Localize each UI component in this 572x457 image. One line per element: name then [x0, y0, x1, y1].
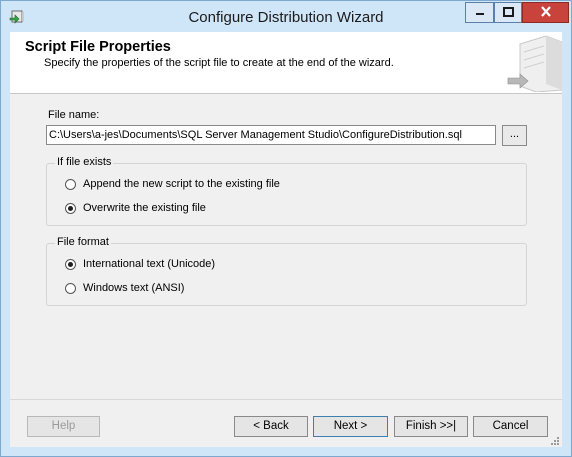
close-button[interactable]: [522, 2, 569, 23]
cancel-button[interactable]: Cancel: [473, 416, 548, 437]
next-button[interactable]: Next >: [313, 416, 388, 437]
radio-button-selected[interactable]: [65, 202, 76, 214]
file-format-title: File format: [55, 236, 111, 248]
wizard-content: File name: C:\Users\a-jes\Documents\SQL …: [10, 94, 562, 447]
maximize-icon: [502, 6, 514, 20]
overwrite-label: Overwrite the existing file: [83, 202, 206, 214]
help-button[interactable]: Help: [27, 416, 100, 437]
radio-button-selected[interactable]: [65, 258, 76, 270]
resize-grip-icon[interactable]: [550, 435, 560, 445]
radio-ansi[interactable]: Windows text (ANSI): [65, 282, 184, 294]
unicode-label: International text (Unicode): [83, 258, 216, 270]
radio-unicode[interactable]: International text (Unicode): [65, 258, 215, 270]
radio-button[interactable]: [65, 282, 76, 294]
finish-button[interactable]: Finish >>|: [394, 416, 468, 437]
back-button[interactable]: < Back: [234, 416, 308, 437]
browse-button[interactable]: ...: [502, 125, 527, 146]
if-file-exists-title: If file exists: [55, 156, 114, 168]
page-title: Script File Properties: [25, 39, 171, 55]
radio-append[interactable]: Append the new script to the existing fi…: [65, 178, 280, 190]
page-subtitle: Specify the properties of the script fil…: [44, 57, 394, 69]
file-name-field[interactable]: C:\Users\a-jes\Documents\SQL Server Mana…: [46, 125, 496, 145]
if-file-exists-group: If file exists Append the new script to …: [46, 156, 527, 226]
server-cabinet-icon: [506, 34, 563, 93]
footer-divider: [10, 399, 562, 400]
wizard-header: Script File Properties Specify the prope…: [10, 32, 563, 94]
radio-overwrite[interactable]: Overwrite the existing file: [65, 202, 206, 214]
title-bar[interactable]: Configure Distribution Wizard: [1, 1, 571, 32]
minimize-icon: [475, 6, 485, 20]
append-label: Append the new script to the existing fi…: [83, 178, 280, 190]
maximize-button[interactable]: [494, 2, 522, 23]
file-format-group: File format International text (Unicode)…: [46, 236, 527, 306]
radio-button[interactable]: [65, 178, 76, 190]
file-name-label: File name:: [48, 109, 100, 121]
close-icon: [540, 5, 552, 20]
minimize-button[interactable]: [465, 2, 494, 23]
wizard-window: Configure Distribution Wizard Script Fil…: [0, 0, 572, 457]
ansi-label: Windows text (ANSI): [83, 282, 185, 294]
